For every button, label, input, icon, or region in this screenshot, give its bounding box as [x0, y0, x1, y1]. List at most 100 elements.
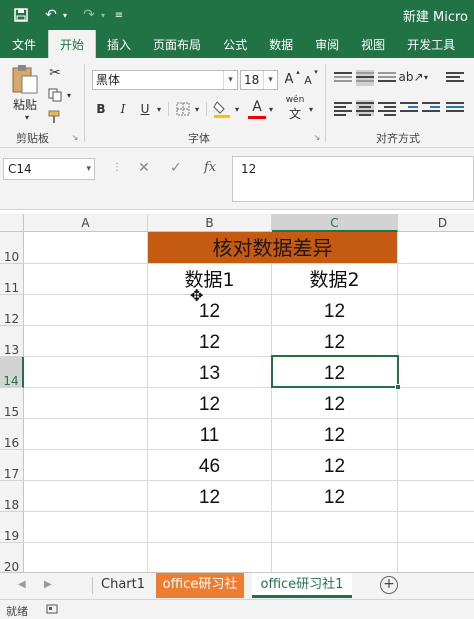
merge-center-icon[interactable] [446, 100, 464, 116]
bold-button[interactable]: B [92, 100, 110, 118]
increase-indent-icon[interactable] [422, 100, 440, 116]
font-color-button[interactable]: A [248, 98, 266, 116]
cancel-icon[interactable]: ✕ [138, 160, 150, 176]
chevron-down-icon[interactable]: ▾ [263, 71, 277, 89]
name-box[interactable]: C14 ▾ [3, 158, 95, 180]
copy-icon[interactable] [46, 86, 64, 104]
save-icon[interactable] [10, 4, 32, 26]
row-header-17[interactable]: 17 [0, 450, 24, 481]
cell-c13[interactable]: 12 [272, 326, 398, 357]
row-header-16[interactable]: 16 [0, 419, 24, 450]
fill-color-icon[interactable] [212, 98, 232, 120]
phonetic-dropdown-icon[interactable]: ▾ [306, 100, 316, 118]
decrease-indent-icon[interactable] [400, 100, 418, 116]
cell-b13[interactable]: 12 [148, 326, 272, 357]
fill-handle[interactable] [395, 384, 401, 390]
select-all-corner[interactable] [0, 214, 24, 232]
add-sheet-button[interactable]: + [380, 576, 398, 594]
cell-d20[interactable] [398, 543, 474, 572]
cell-a19[interactable] [24, 512, 148, 543]
customize-icon[interactable]: ≡ [112, 4, 126, 26]
column-header-b[interactable]: B [148, 214, 272, 232]
clipboard-launcher-icon[interactable]: ↘ [70, 132, 80, 142]
cell-c18[interactable]: 12 [272, 481, 398, 512]
tab-developer[interactable]: 开发工具 [396, 30, 466, 58]
grow-font-button[interactable]: A [282, 70, 296, 88]
cell-b14[interactable]: 13 [148, 357, 272, 388]
cell-c14[interactable]: 12 [272, 357, 398, 388]
row-header-10[interactable]: 10 [0, 232, 24, 264]
cell-a16[interactable] [24, 419, 148, 450]
cell-a13[interactable] [24, 326, 148, 357]
cell-d15[interactable] [398, 388, 474, 419]
orientation-icon[interactable]: ab↗ [398, 68, 423, 86]
tab-review[interactable]: 审阅 [304, 30, 350, 58]
wrap-text-icon[interactable] [446, 70, 464, 86]
paste-icon[interactable] [8, 64, 42, 94]
cell-c11[interactable]: 数据2 [272, 264, 398, 295]
underline-button[interactable]: U [136, 100, 154, 118]
align-bottom-icon[interactable] [378, 70, 396, 86]
cell-b12[interactable]: 12 [148, 295, 272, 326]
cell-a11[interactable] [24, 264, 148, 295]
chevron-down-icon[interactable]: ▾ [86, 159, 91, 179]
tab-page-layout[interactable]: 页面布局 [142, 30, 212, 58]
chevron-down-icon[interactable]: ▾ [223, 71, 237, 89]
font-color-dropdown-icon[interactable]: ▾ [266, 100, 276, 118]
paste-dropdown-icon[interactable]: ▾ [20, 112, 34, 122]
undo-icon[interactable]: ↶ [40, 4, 62, 26]
sheet-tab-chart1[interactable]: Chart1 [96, 573, 150, 598]
column-header-d[interactable]: D [398, 214, 474, 232]
cell-b11[interactable]: 数据1 [148, 264, 272, 295]
cell-c16[interactable]: 12 [272, 419, 398, 450]
paste-button[interactable]: 粘贴 [6, 96, 44, 112]
tab-file[interactable]: 文件 [0, 30, 48, 58]
sheet-tab-office[interactable]: office研习社 [156, 573, 244, 598]
underline-dropdown-icon[interactable]: ▾ [154, 100, 164, 118]
fill-color-dropdown-icon[interactable]: ▾ [232, 100, 242, 118]
cell-d16[interactable] [398, 419, 474, 450]
cell-a10[interactable] [24, 232, 148, 264]
cell-a15[interactable] [24, 388, 148, 419]
font-launcher-icon[interactable]: ↘ [312, 132, 322, 142]
tab-formulas[interactable]: 公式 [212, 30, 258, 58]
cell-b10-title[interactable]: 核对数据差异 [148, 232, 398, 264]
column-header-a[interactable]: A [24, 214, 148, 232]
font-size-combo[interactable]: 18 ▾ [240, 70, 278, 90]
cell-d19[interactable] [398, 512, 474, 543]
cell-b18[interactable]: 12 [148, 481, 272, 512]
cell-d14[interactable] [398, 357, 474, 388]
orientation-dropdown-icon[interactable]: ▾ [422, 68, 430, 86]
enter-icon[interactable]: ✓ [170, 160, 182, 176]
cell-d17[interactable] [398, 450, 474, 481]
cell-d12[interactable] [398, 295, 474, 326]
cell-d10[interactable] [398, 232, 474, 264]
macro-record-icon[interactable] [46, 603, 58, 618]
more-dots-icon[interactable]: ⋮ [112, 162, 122, 173]
column-header-c[interactable]: C [272, 214, 398, 232]
tab-home[interactable]: 开始 [48, 30, 97, 58]
sheet-tab-office1[interactable]: office研习社1 [252, 573, 352, 598]
cell-c17[interactable]: 12 [272, 450, 398, 481]
tab-data[interactable]: 数据 [258, 30, 304, 58]
cell-c15[interactable]: 12 [272, 388, 398, 419]
cell-d13[interactable] [398, 326, 474, 357]
cell-a20[interactable] [24, 543, 148, 572]
row-header-13[interactable]: 13 [0, 326, 24, 357]
redo-icon[interactable]: ↷ [78, 4, 100, 26]
insert-function-button[interactable]: fx [204, 160, 216, 175]
copy-dropdown-icon[interactable]: ▾ [64, 88, 74, 102]
borders-icon[interactable] [174, 100, 192, 118]
row-header-15[interactable]: 15 [0, 388, 24, 419]
scroll-right-icon[interactable]: ▶ [44, 579, 52, 590]
cell-c20[interactable] [272, 543, 398, 572]
align-middle-icon[interactable] [356, 70, 374, 86]
italic-button[interactable]: I [114, 100, 132, 118]
cell-c12[interactable]: 12 [272, 295, 398, 326]
formula-input[interactable]: 12 [232, 156, 474, 202]
cell-b19[interactable] [148, 512, 272, 543]
cell-d11[interactable] [398, 264, 474, 295]
cell-a14[interactable] [24, 357, 148, 388]
cell-d18[interactable] [398, 481, 474, 512]
row-header-18[interactable]: 18 [0, 481, 24, 512]
